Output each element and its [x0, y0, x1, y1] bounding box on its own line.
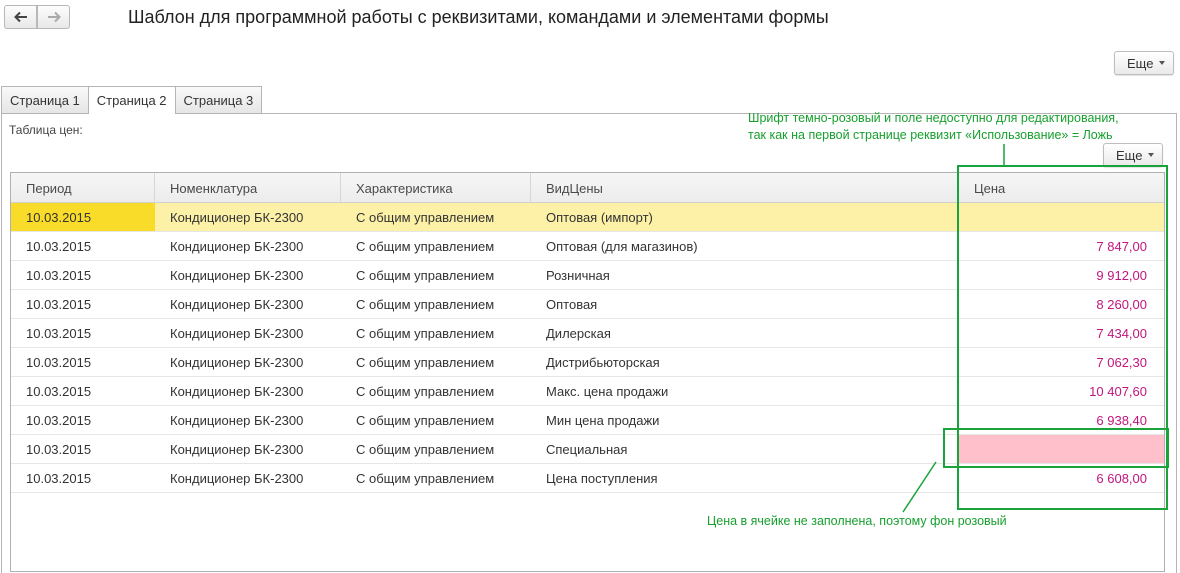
cell-period[interactable]: 10.03.2015 — [11, 203, 155, 231]
cell-period[interactable]: 10.03.2015 — [11, 435, 155, 463]
cell-item[interactable]: Кондиционер БК-2300 — [155, 348, 341, 376]
chevron-down-icon — [1159, 61, 1166, 65]
table-caption: Таблица цен: — [9, 123, 83, 137]
column-header-price-type[interactable]: ВидЦены — [531, 173, 959, 203]
cell-characteristic[interactable]: С общим управлением — [341, 435, 531, 463]
cell-period[interactable]: 10.03.2015 — [11, 406, 155, 434]
empty-price-highlight — [943, 428, 1169, 468]
tab-page-1[interactable]: Страница 1 — [1, 86, 89, 113]
cell-price-type[interactable]: Макс. цена продажи — [531, 377, 959, 405]
cell-item[interactable]: Кондиционер БК-2300 — [155, 203, 341, 231]
tab-page-2[interactable]: Страница 2 — [87, 86, 176, 114]
cell-characteristic[interactable]: С общим управлением — [341, 464, 531, 492]
cell-item[interactable]: Кондиционер БК-2300 — [155, 261, 341, 289]
cell-period[interactable]: 10.03.2015 — [11, 464, 155, 492]
cell-period[interactable]: 10.03.2015 — [11, 290, 155, 318]
forward-button[interactable] — [37, 5, 70, 29]
cell-price-type[interactable]: Дистрибьюторская — [531, 348, 959, 376]
back-button[interactable] — [4, 5, 37, 29]
cell-price-type[interactable]: Розничная — [531, 261, 959, 289]
cell-item[interactable]: Кондиционер БК-2300 — [155, 319, 341, 347]
more-button-label: Еще — [1127, 55, 1154, 71]
cell-item[interactable]: Кондиционер БК-2300 — [155, 232, 341, 260]
annotation-empty-price-note: Цена в ячейке не заполнена, поэтому фон … — [707, 514, 1007, 528]
tab-bar: Страница 1 Страница 2 Страница 3 — [1, 86, 263, 114]
cell-characteristic[interactable]: С общим управлением — [341, 348, 531, 376]
tab-page-3[interactable]: Страница 3 — [174, 86, 263, 113]
cell-item[interactable]: Кондиционер БК-2300 — [155, 464, 341, 492]
arrow-left-icon — [13, 11, 27, 23]
cell-period[interactable]: 10.03.2015 — [11, 348, 155, 376]
column-header-item[interactable]: Номенклатура — [155, 173, 341, 203]
cell-characteristic[interactable]: С общим управлением — [341, 261, 531, 289]
cell-item[interactable]: Кондиционер БК-2300 — [155, 406, 341, 434]
chevron-down-icon — [1148, 153, 1155, 157]
cell-characteristic[interactable]: С общим управлением — [341, 203, 531, 231]
annotation-readonly-note: Шрифт темно-розовый и поле недоступно дл… — [748, 110, 1119, 144]
annotation-readonly-line2: так как на первой странице реквизит «Исп… — [748, 128, 1113, 142]
cell-price-type[interactable]: Мин цена продажи — [531, 406, 959, 434]
cell-price-type[interactable]: Оптовая (импорт) — [531, 203, 959, 231]
cell-period[interactable]: 10.03.2015 — [11, 261, 155, 289]
cell-characteristic[interactable]: С общим управлением — [341, 319, 531, 347]
cell-price-type[interactable]: Специальная — [531, 435, 959, 463]
cell-price-type[interactable]: Оптовая (для магазинов) — [531, 232, 959, 260]
window-title: Шаблон для программной работы с реквизит… — [128, 7, 829, 27]
annotation-readonly-line1: Шрифт темно-розовый и поле недоступно дл… — [748, 111, 1119, 125]
cell-item[interactable]: Кондиционер БК-2300 — [155, 377, 341, 405]
cell-characteristic[interactable]: С общим управлением — [341, 232, 531, 260]
cell-characteristic[interactable]: С общим управлением — [341, 377, 531, 405]
cell-characteristic[interactable]: С общим управлением — [341, 290, 531, 318]
cell-period[interactable]: 10.03.2015 — [11, 232, 155, 260]
cell-characteristic[interactable]: С общим управлением — [341, 406, 531, 434]
more-button-label: Еще — [1116, 147, 1143, 163]
more-button-form[interactable]: Еще — [1114, 51, 1175, 75]
cell-period[interactable]: 10.03.2015 — [11, 319, 155, 347]
cell-price-type[interactable]: Оптовая — [531, 290, 959, 318]
arrow-right-icon — [47, 11, 61, 23]
cell-price-type[interactable]: Дилерская — [531, 319, 959, 347]
more-button-table[interactable]: Еще — [1103, 143, 1164, 167]
cell-period[interactable]: 10.03.2015 — [11, 377, 155, 405]
cell-item[interactable]: Кондиционер БК-2300 — [155, 290, 341, 318]
cell-item[interactable]: Кондиционер БК-2300 — [155, 435, 341, 463]
column-header-period[interactable]: Период — [11, 173, 155, 203]
cell-price-type[interactable]: Цена поступления — [531, 464, 959, 492]
column-header-characteristic[interactable]: Характеристика — [341, 173, 531, 203]
